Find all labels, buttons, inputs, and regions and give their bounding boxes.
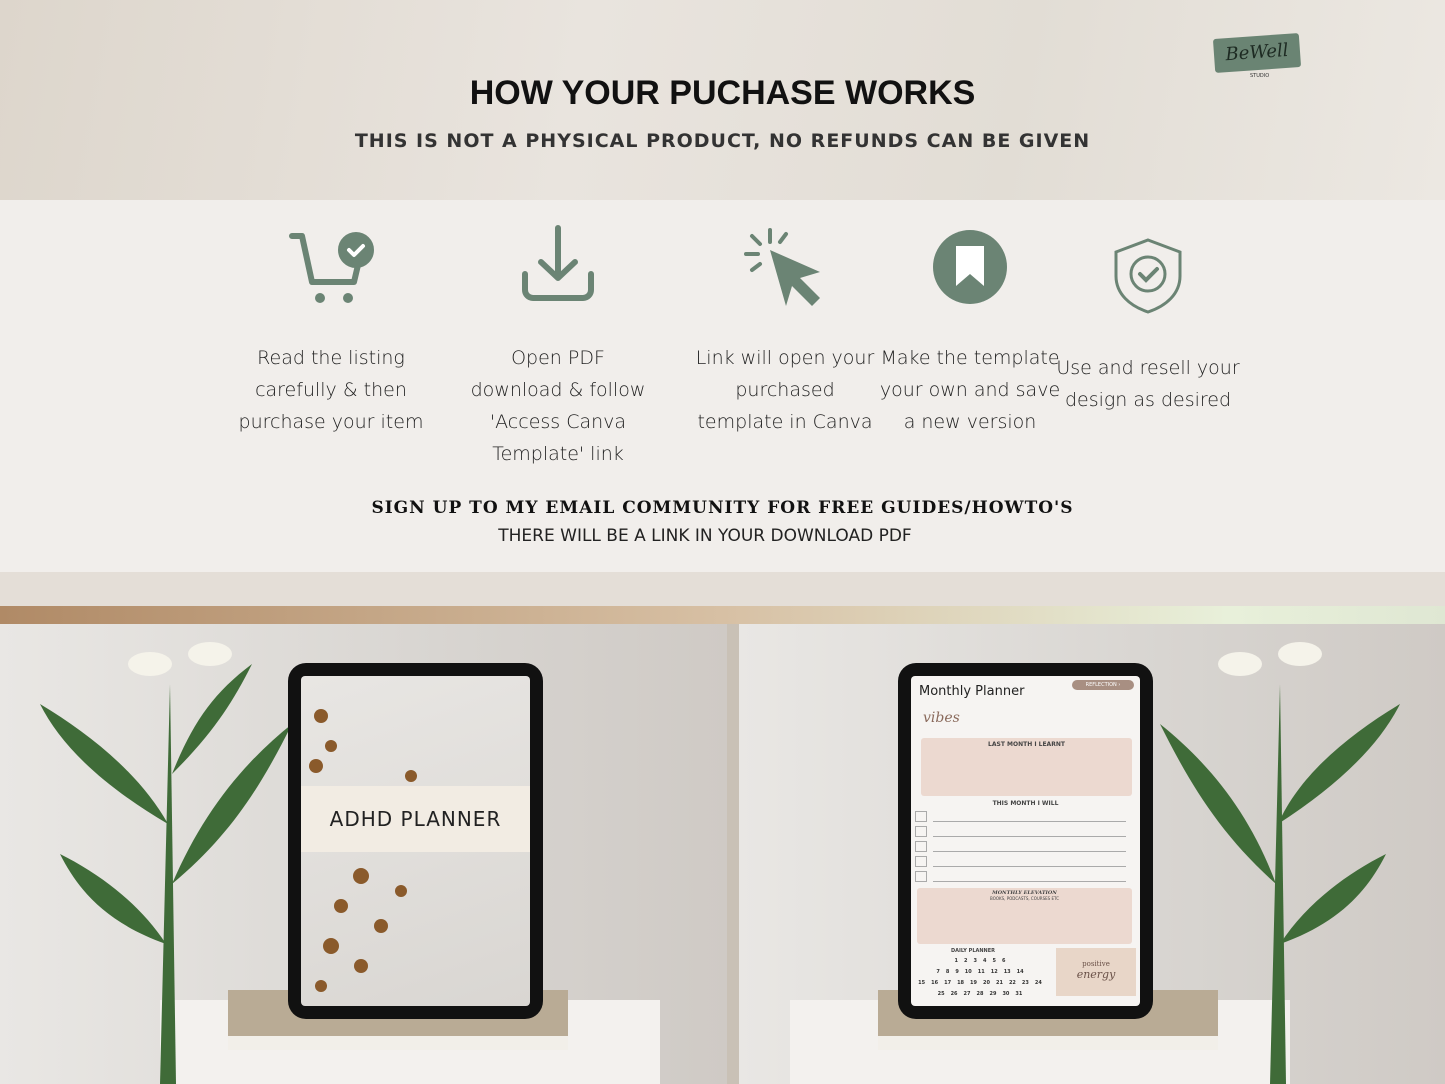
tablet-adhd-planner: ADHD PLANNER (288, 663, 543, 1019)
photo-divider (727, 624, 739, 1084)
calendar-day[interactable]: 11 (978, 969, 985, 975)
checkbox[interactable] (915, 811, 927, 822)
calendar-day[interactable]: 28 (977, 991, 984, 997)
calendar-day[interactable]: 5 (992, 958, 995, 964)
calendar-day[interactable]: 6 (1002, 958, 1005, 964)
calendar-day[interactable]: 12 (991, 969, 998, 975)
this-month-heading: THIS MONTH I WILL (992, 800, 1059, 807)
calendar-day[interactable]: 14 (1017, 969, 1024, 975)
calendar-day[interactable]: 16 (931, 980, 938, 986)
separator (0, 572, 1445, 608)
step-text: Make the template your own and save a ne… (879, 347, 1061, 433)
calendar-day[interactable]: 29 (989, 991, 996, 997)
reflection-tab[interactable]: REFLECTION › (1072, 680, 1134, 690)
calendar-day[interactable]: 25 (938, 991, 945, 997)
step-1: Read the listing carefully & then purcha… (236, 222, 426, 438)
calendar-day[interactable]: 23 (1022, 980, 1029, 986)
calendar-day[interactable]: 27 (964, 991, 971, 997)
step-2: Open PDF download & follow 'Access Canva… (463, 222, 653, 470)
bookmark-icon (933, 230, 1007, 304)
signup-note: THERE WILL BE A LINK IN YOUR DOWNLOAD PD… (498, 526, 912, 546)
step-3: Link will open your purchased template i… (690, 222, 880, 438)
calendar-row: 15 16 17 18 19 20 21 22 23 24 (915, 980, 1045, 986)
download-icon (522, 225, 594, 301)
calendar-day[interactable]: 9 (955, 969, 958, 975)
calendar-day[interactable]: 8 (946, 969, 949, 975)
calendar-day[interactable]: 13 (1004, 969, 1011, 975)
step-text: Link will open your purchased template i… (695, 347, 875, 433)
calendar-day[interactable]: 31 (1015, 991, 1022, 997)
cursor-click-icon (744, 228, 820, 306)
daily-planner-heading: DAILY PLANNER (951, 948, 996, 954)
calendar-day[interactable]: 10 (965, 969, 972, 975)
brand-logo: BeWell (1212, 33, 1302, 73)
calendar: 1 2 3 4 5 6 7 8 9 10 11 12 13 14 15 16 17 18 19 20 21 22 23 24 2… (915, 958, 1045, 1002)
step-text: Read the listing carefully & then purcha… (238, 347, 424, 433)
calendar-day[interactable]: 19 (970, 980, 977, 986)
last-month-box: LAST MONTH I LEARNT (921, 738, 1132, 796)
checkbox[interactable] (915, 871, 927, 882)
checkbox[interactable] (915, 826, 927, 837)
step-text: Use and resell your design as desired (1056, 357, 1240, 411)
planner-screen: Monthly Planner REFLECTION › vibes LAST … (911, 676, 1140, 1006)
cover-title: ADHD PLANNER (301, 786, 530, 852)
calendar-day[interactable]: 7 (936, 969, 939, 975)
checkbox[interactable] (915, 856, 927, 867)
step-4: Make the template your own and save a ne… (875, 222, 1065, 438)
calendar-day[interactable]: 26 (951, 991, 958, 997)
calendar-day[interactable]: 4 (983, 958, 986, 964)
calendar-day[interactable]: 1 (955, 958, 958, 964)
page-title: HOW YOUR PUCHASE WORKS (469, 74, 976, 112)
tablet-monthly-planner: Monthly Planner REFLECTION › vibes LAST … (898, 663, 1153, 1019)
cover-screen: ADHD PLANNER (301, 676, 530, 1006)
calendar-day[interactable]: 3 (974, 958, 977, 964)
gold-divider (0, 606, 1445, 624)
calendar-day[interactable]: 15 (918, 980, 925, 986)
calendar-day[interactable]: 17 (944, 980, 951, 986)
calendar-day[interactable]: 18 (957, 980, 964, 986)
signup-headline: SIGN UP TO MY EMAIL COMMUNITY FOR FREE G… (371, 498, 1074, 518)
page-subtitle: THIS IS NOT A PHYSICAL PRODUCT, NO REFUN… (354, 130, 1091, 152)
planner-title: Monthly Planner (919, 684, 1025, 699)
calendar-day[interactable]: 2 (964, 958, 967, 964)
calendar-day[interactable]: 24 (1035, 980, 1042, 986)
shield-check-icon (1114, 238, 1182, 314)
calendar-day[interactable]: 22 (1009, 980, 1016, 986)
calendar-row: 7 8 9 10 11 12 13 14 (915, 969, 1045, 975)
calendar-day[interactable]: 30 (1002, 991, 1009, 997)
vibes-script: vibes (923, 710, 960, 726)
calendar-row: 25 26 27 28 29 30 31 (915, 991, 1045, 997)
monthly-elevation-box: MONTHLY ELEVATION BOOKS, PODCASTS, COURSE… (917, 888, 1132, 944)
step-text: Open PDF download & follow 'Access Canva… (470, 347, 646, 465)
cart-check-icon (289, 232, 374, 303)
calendar-day[interactable]: 21 (996, 980, 1003, 986)
checkbox[interactable] (915, 841, 927, 852)
calendar-row: 12 345 6 (915, 958, 1045, 964)
calendar-day[interactable]: 20 (983, 980, 990, 986)
positive-energy-card: positive energy (1056, 948, 1136, 996)
step-5: Use and resell your design as desired (1053, 236, 1243, 416)
